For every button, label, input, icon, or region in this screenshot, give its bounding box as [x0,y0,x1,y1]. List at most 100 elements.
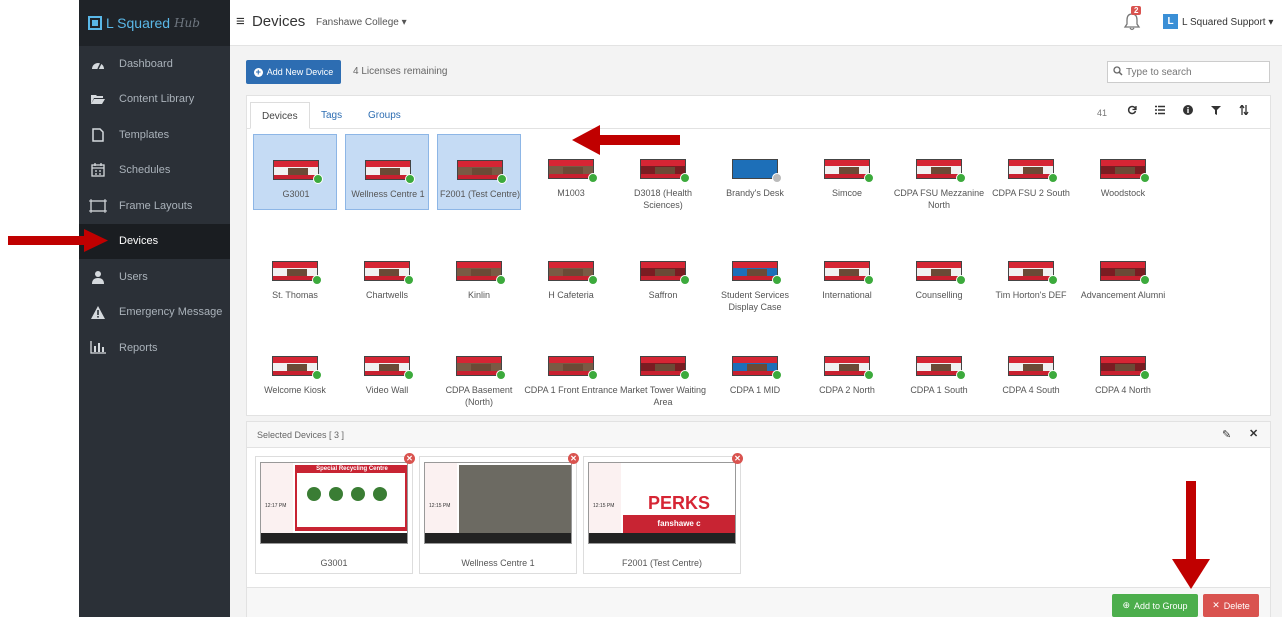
sidebar-item-schedules[interactable]: Schedules [79,153,230,189]
status-indicator [956,173,966,183]
device-thumbnail [732,159,778,179]
device-tile[interactable]: Brandy's Desk [713,134,797,210]
device-tile[interactable]: CDPA FSU 2 South [989,134,1073,210]
tab-tags[interactable]: Tags [310,102,353,129]
device-name: CDPA 1 Front Entrance [524,385,618,395]
device-tile[interactable]: CDPA 1 MID [713,331,797,407]
preview-heading: Special Recycling Centre [316,466,388,472]
selected-device-card[interactable]: 12:15 PM Wellness Centre 1 ✕ [419,453,579,574]
device-tile[interactable]: Tim Horton's DEF [989,236,1073,312]
add-to-group-button[interactable]: ⊕ Add to Group [1112,594,1198,617]
selected-devices-header: Selected Devices [ 3 ] ✎ ✕ [247,422,1270,448]
add-to-group-label: Add to Group [1134,600,1188,611]
status-indicator [497,174,507,184]
status-indicator [588,275,598,285]
sidebar-item-users[interactable]: Users [79,259,230,295]
search-icon [1113,66,1123,76]
sort-icon[interactable] [1237,104,1251,119]
device-thumbnail [1100,159,1146,179]
tab-devices[interactable]: Devices [250,102,310,129]
selected-device-card[interactable]: PERKS fanshawe c 12:15 PM F2001 (Test Ce… [583,453,743,574]
tab-groups[interactable]: Groups [357,102,412,129]
org-selector[interactable]: Fanshawe College ▾ [316,17,407,28]
device-name: F2001 (Test Centre) [439,189,521,199]
device-name: Wellness Centre 1 [351,189,425,199]
device-thumbnail [640,356,686,376]
sidebar-item-frame-layouts[interactable]: Frame Layouts [79,188,230,224]
device-tile[interactable]: CDPA 2 North [805,331,889,407]
status-indicator [864,275,874,285]
search-input[interactable] [1107,61,1270,83]
folder-icon [89,92,107,106]
preview-subheading: fanshawe c [623,515,735,533]
info-icon[interactable] [1181,105,1195,119]
remove-icon[interactable]: ✕ [404,453,415,464]
device-tile[interactable]: CDPA FSU Mezzanine North [894,134,984,210]
device-tile[interactable]: Welcome Kiosk [253,331,337,407]
device-thumbnail [732,261,778,281]
device-tile[interactable]: St. Thomas [253,236,337,312]
device-tile[interactable]: Student Services Display Case [713,236,797,312]
device-tile[interactable]: CDPA Basement (North) [437,331,521,407]
selected-device-card[interactable]: Special Recycling Centre 12:17 PM G3001 … [255,453,415,574]
filter-icon[interactable] [1209,105,1223,119]
refresh-icon[interactable] [1125,105,1139,119]
sidebar-item-templates[interactable]: Templates [79,117,230,153]
brand-icon [88,16,102,30]
plus-icon: + [253,66,263,77]
preview-time: 12:15 PM [429,503,451,509]
menu-icon[interactable]: ≡ [236,13,245,30]
status-indicator [772,370,782,380]
device-tile[interactable]: CDPA 4 South [989,331,1073,407]
device-tile[interactable]: F2001 (Test Centre) [437,134,521,210]
status-indicator [312,275,322,285]
device-tile[interactable]: H Cafeteria [529,236,613,312]
device-tile[interactable]: Woodstock [1081,134,1165,210]
user-menu[interactable]: L Squared Support ▾ [1182,17,1273,28]
brand-logo[interactable]: L Squared Hub [79,0,230,46]
status-indicator [772,173,782,183]
device-tile[interactable]: CDPA 1 Front Entrance [524,331,618,407]
device-tile[interactable]: Counselling [897,236,981,312]
device-thumbnail [456,261,502,281]
device-tile[interactable]: Advancement Alumni [1081,236,1165,312]
device-tile[interactable]: Simcoe [805,134,889,210]
avatar[interactable]: L [1163,14,1178,29]
remove-icon[interactable]: ✕ [732,453,743,464]
sidebar-item-content-library[interactable]: Content Library [79,82,230,118]
sidebar-item-dashboard[interactable]: Dashboard [79,46,230,82]
tab-bar: Devices Tags Groups 41 [247,96,1270,129]
close-icon[interactable]: ✕ [1249,427,1258,440]
device-name: Saffron [648,290,678,300]
devices-panel: Devices Tags Groups 41 G3001 Wellness Cen… [246,95,1271,416]
device-tile[interactable]: Video Wall [345,331,429,407]
device-name: Welcome Kiosk [264,385,326,395]
status-indicator [1048,173,1058,183]
status-indicator [864,173,874,183]
page-title[interactable]: ≡ Devices [236,13,305,30]
list-view-icon[interactable] [1153,105,1167,119]
device-tile[interactable]: G3001 [253,134,337,210]
device-tile[interactable]: Chartwells [345,236,429,312]
device-name: CDPA FSU 2 South [992,188,1070,198]
remove-icon[interactable]: ✕ [568,453,579,464]
sidebar-item-emergency-message[interactable]: Emergency Message [79,295,230,331]
device-tile[interactable]: Market Tower Waiting Area [620,331,706,407]
device-name: CDPA Basement (North) [445,385,513,407]
device-thumbnail [640,261,686,281]
status-indicator [496,275,506,285]
device-tile[interactable]: International [805,236,889,312]
device-thumbnail [824,159,870,179]
delete-label: Delete [1223,600,1250,611]
device-tile[interactable]: CDPA 4 North [1081,331,1165,407]
device-tile[interactable]: CDPA 1 South [897,331,981,407]
device-name: Kinlin [467,290,490,300]
pin-icon[interactable]: ✎ [1222,428,1231,441]
device-tile[interactable]: Wellness Centre 1 [345,134,429,210]
device-tile[interactable]: Kinlin [437,236,521,312]
device-tile[interactable]: Saffron [621,236,705,312]
delete-button[interactable]: ✕ Delete [1203,594,1259,617]
sidebar-item-reports[interactable]: Reports [79,330,230,366]
preview-heading: PERKS [647,493,710,513]
add-new-device-button[interactable]: + Add New Device [246,60,341,84]
